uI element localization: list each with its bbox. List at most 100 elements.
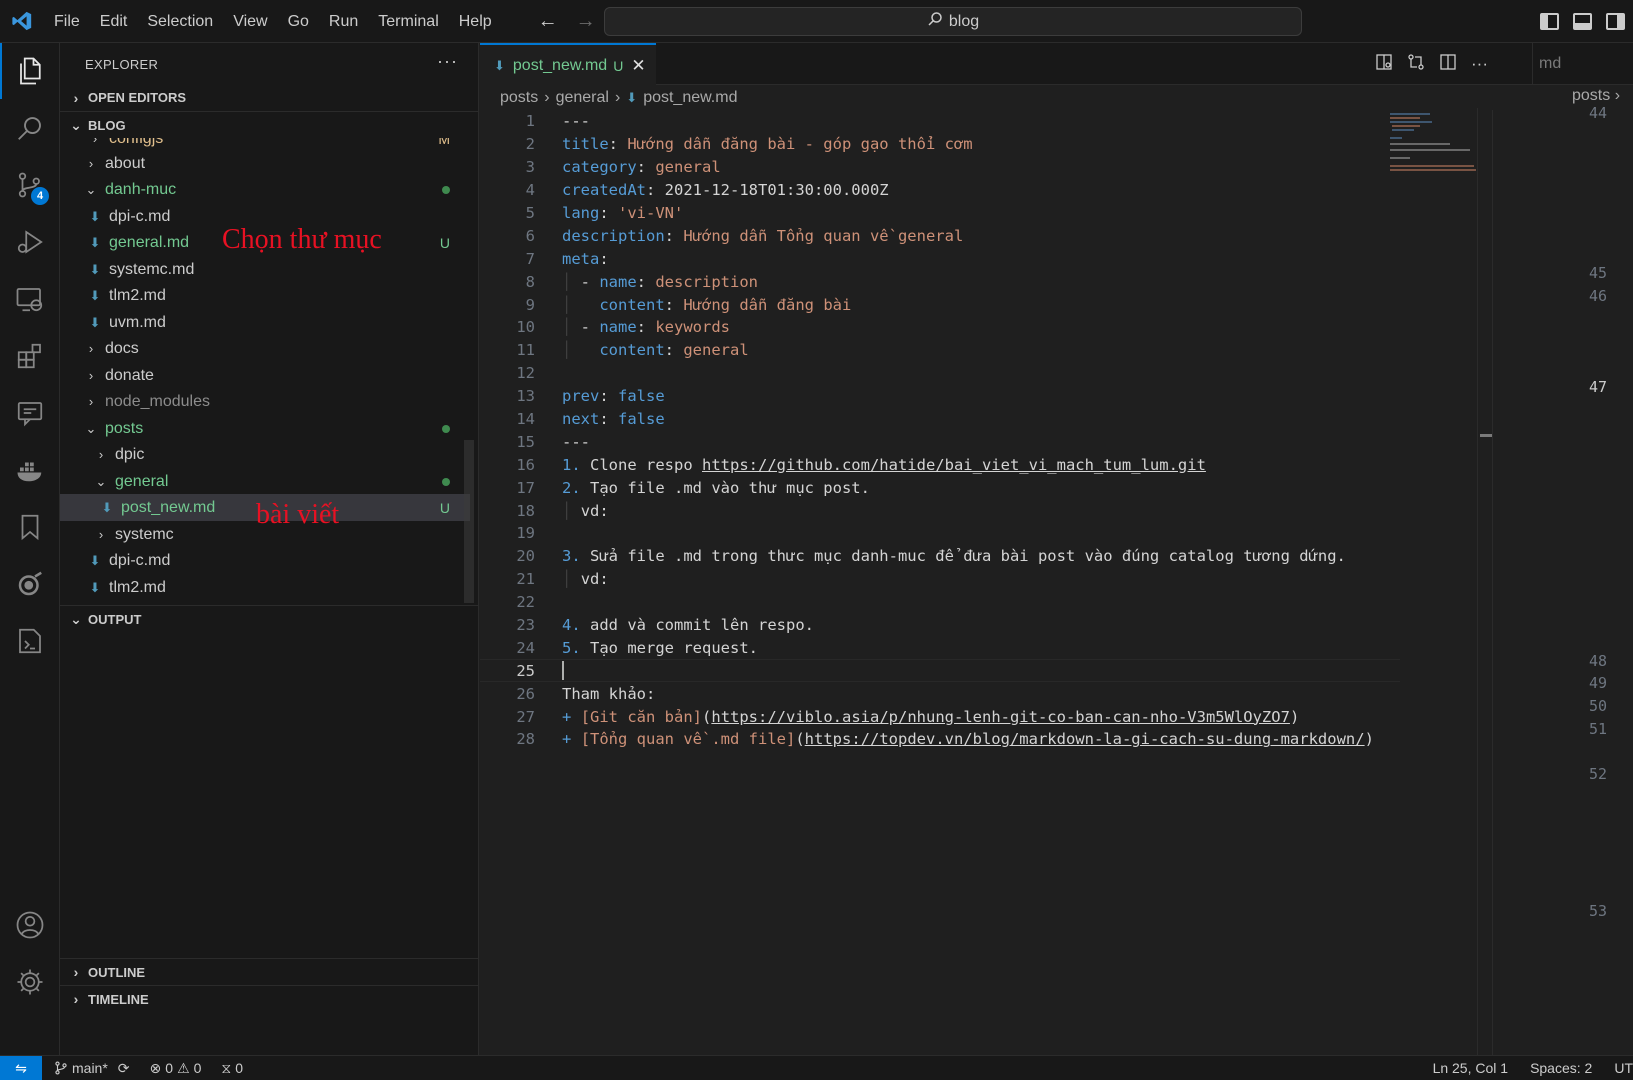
breadcrumb-file[interactable]: post_new.md [643,89,737,107]
tree-item-docs[interactable]: › docs [60,335,470,362]
link-text: [Tổng quan về .md file] [580,730,796,749]
remote-indicator-icon[interactable]: ⇋ [0,1055,42,1080]
tab-post-new-md[interactable]: ⬇ post_new.md U ✕ [480,43,656,86]
code-editor[interactable]: 1 --- 2 title: Hướng dẫn đăng bài - góp gạ… [480,110,1480,751]
remote-explorer-icon[interactable] [0,271,60,327]
search-icon[interactable] [0,100,60,156]
close-icon[interactable]: ✕ [631,56,645,76]
line-number: 16 [516,455,535,474]
tree-item-systemc-md[interactable]: ⬇ systemc.md [60,256,470,283]
gitlens-icon[interactable] [0,556,60,612]
sidebar-scrollbar[interactable] [464,440,474,603]
menu-file[interactable]: File [44,0,90,43]
tree-item-danh-muc[interactable]: ⌄ danh-muc [60,176,470,203]
account-icon[interactable] [0,897,60,953]
tree-item-donate[interactable]: › donate [60,362,470,389]
problems-status[interactable]: ⊗ 0 ⚠ 0 [150,1060,202,1077]
tree-item-about[interactable]: › about [60,150,470,177]
tree-item-tlm2-md[interactable]: ⬇ tlm2.md [60,282,470,309]
menu-run[interactable]: Run [319,0,368,43]
outline-header[interactable]: › OUTLINE [60,958,479,985]
tree-item-posts[interactable]: ⌄ posts [60,415,470,442]
blog-label: BLOG [88,117,126,133]
breadcrumb-posts[interactable]: posts [500,89,538,107]
explorer-more-icon[interactable]: ··· [437,51,458,72]
source-control-icon[interactable]: 4 [0,157,60,213]
menu-go[interactable]: Go [278,0,319,43]
chevron-right-icon: › [73,89,79,106]
split-editor-icon[interactable] [1439,53,1457,76]
output-label: OUTPUT [88,611,142,627]
tree-item-dpi-c-md-2[interactable]: ⬇ dpi-c.md [60,547,470,574]
editor-scrollbar[interactable] [1477,108,1496,1055]
branch-status[interactable]: main* ⟳ [54,1060,130,1077]
yaml-value: false [618,387,665,406]
output-header[interactable]: ⌄ OUTPUT [60,605,479,632]
cursor-position[interactable]: Ln 25, Col 1 [1433,1060,1509,1076]
ports-status[interactable]: ⧖ 0 [221,1060,243,1077]
explorer-icon[interactable] [0,43,60,99]
minimap[interactable] [1388,113,1478,173]
bookmark-icon[interactable] [0,499,60,555]
code-line: 17 2. Tạo file .md vào thư mục post. [480,476,1480,499]
forward-arrow-icon[interactable]: → [576,10,596,33]
line-number: 9 [525,295,535,314]
menu-bar: File Edit Selection View Go Run Terminal… [44,0,502,43]
open-preview-icon[interactable] [1375,53,1393,76]
open-editors-header[interactable]: › OPEN EDITORS [60,84,479,111]
line-number: 24 [516,638,535,657]
sync-icon[interactable]: ⟳ [118,1060,130,1077]
chevron-right-icon: › [88,156,94,171]
timeline-header[interactable]: › TIMELINE [60,985,479,1012]
back-arrow-icon[interactable]: ← [538,10,558,33]
file-tree: › configjs M › about ⌄ danh-muc ⬇ dpi-c.… [60,138,479,603]
split-breadcrumb[interactable]: posts › [1532,87,1633,105]
untracked-decoration: U [439,499,450,516]
menu-edit[interactable]: Edit [90,0,138,43]
terminal-icon[interactable] [0,613,60,669]
command-center-search[interactable]: blog [604,7,1302,36]
toggle-panel-icon[interactable] [1573,13,1592,30]
menu-terminal[interactable]: Terminal [368,0,448,43]
split-editor-pane[interactable]: 44 45 46 47 48 49 50 51 52 53 [1492,104,1633,1055]
breadcrumb-general[interactable]: general [556,89,609,107]
topdev-link[interactable]: https://topdev.vn/blog/markdown-la-gi-ca… [805,730,1365,748]
extensions-icon[interactable] [0,328,60,384]
code-line: 28 + [Tổng quan về .md file](https://topd… [480,728,1480,751]
compare-changes-icon[interactable] [1407,53,1425,76]
annotation-folder: Chọn thư mục [222,224,382,255]
menu-view[interactable]: View [223,0,277,43]
indentation[interactable]: Spaces: 2 [1530,1060,1592,1076]
split-tab[interactable]: md [1532,43,1633,85]
tree-item-uvm-md[interactable]: ⬇ uvm.md [60,309,470,336]
yaml-value: keywords [655,318,730,337]
toggle-primary-sidebar-icon[interactable] [1540,13,1559,30]
line-number: 4 [525,181,535,200]
code-line: 4 createdAt: 2021-12-18T01:30:00.000Z [480,179,1480,202]
tree-item-node-modules[interactable]: › node_modules [60,388,470,415]
github-link[interactable]: https://github.com/hatide/bai_viet_vi_ma… [702,456,1206,474]
menu-selection[interactable]: Selection [137,0,223,43]
line-number: 27 [516,707,535,726]
viblo-link[interactable]: https://viblo.asia/p/nhung-lenh-git-co-b… [711,708,1290,726]
yaml-key: createdAt [562,181,646,200]
settings-gear-icon[interactable] [0,954,60,1010]
line-number: 11 [516,341,535,360]
run-debug-icon[interactable] [0,214,60,270]
line-text: Sửa file .md trong thưc mục danh-muc để … [590,547,1346,566]
encoding[interactable]: UT [1614,1060,1633,1076]
more-actions-icon[interactable]: ··· [1471,54,1488,74]
chat-icon[interactable] [0,385,60,441]
tree-item-tlm2-md-2[interactable]: ⬇ tlm2.md [60,574,470,601]
split-breadcrumb-label: posts [1572,87,1611,104]
code-line: 26 Tham khảo: [480,682,1480,705]
blog-header[interactable]: ⌄ BLOG [60,111,479,138]
tree-item-general[interactable]: ⌄ general [60,468,470,495]
menu-help[interactable]: Help [449,0,502,43]
status-right: Ln 25, Col 1 Spaces: 2 UT [1433,1056,1633,1080]
toggle-secondary-sidebar-icon[interactable] [1606,13,1625,30]
code-line: 2 title: Hướng dẫn đăng bài - góp gạo thổ… [480,133,1480,156]
docker-icon[interactable] [0,442,60,498]
code-line: 10 │ - name: keywords [480,316,1480,339]
tree-item-dpic[interactable]: › dpic [60,441,470,468]
